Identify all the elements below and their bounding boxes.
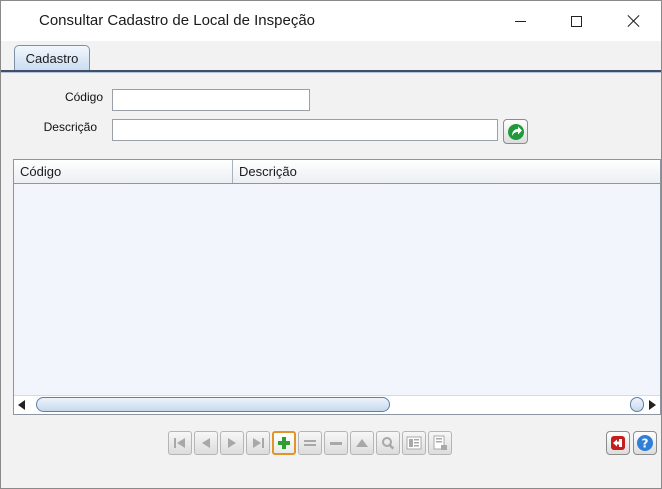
svg-text:?: ? bbox=[642, 437, 649, 451]
minimize-button[interactable] bbox=[497, 1, 543, 41]
search-record-button[interactable] bbox=[376, 431, 400, 455]
minimize-icon bbox=[514, 20, 526, 22]
prior-record-icon bbox=[202, 438, 210, 448]
tab-strip: Cadastro bbox=[1, 41, 661, 73]
edit-record-button[interactable] bbox=[298, 431, 322, 455]
first-record-icon bbox=[174, 438, 185, 448]
prior-record-button[interactable] bbox=[194, 431, 218, 455]
maximize-button[interactable] bbox=[553, 1, 599, 41]
green-arrow-icon bbox=[507, 123, 524, 140]
column-header-descricao[interactable]: Descrição bbox=[233, 160, 660, 183]
magnifier-icon bbox=[382, 437, 395, 450]
tab-cadastro[interactable]: Cadastro bbox=[14, 45, 90, 71]
title-bar: Consultar Cadastro de Local de Inspeção bbox=[1, 1, 661, 41]
scrollbar-track-end bbox=[630, 397, 644, 412]
help-icon: ? bbox=[637, 435, 653, 451]
view-record-button[interactable] bbox=[402, 431, 426, 455]
column-header-codigo[interactable]: Código bbox=[14, 160, 233, 183]
client-area: Cadastro Código Descrição Código Descriç… bbox=[1, 41, 661, 488]
post-record-button[interactable] bbox=[350, 431, 374, 455]
tab-underline bbox=[1, 70, 661, 73]
insert-record-button[interactable] bbox=[272, 431, 296, 455]
horizontal-scrollbar[interactable] bbox=[14, 395, 660, 414]
app-window: Consultar Cadastro de Local de Inspeção … bbox=[0, 0, 662, 489]
scroll-left-icon[interactable] bbox=[18, 400, 25, 410]
help-button[interactable]: ? bbox=[633, 431, 657, 455]
first-record-button[interactable] bbox=[168, 431, 192, 455]
delete-record-button[interactable] bbox=[324, 431, 348, 455]
descricao-label: Descrição bbox=[43, 120, 97, 134]
grid-header: Código Descrição bbox=[14, 160, 660, 184]
triangle-up-icon bbox=[356, 439, 368, 447]
window-title: Consultar Cadastro de Local de Inspeção bbox=[39, 12, 316, 29]
scrollbar-thumb[interactable] bbox=[36, 397, 390, 412]
export-record-button[interactable] bbox=[428, 431, 452, 455]
next-record-button[interactable] bbox=[220, 431, 244, 455]
codigo-input[interactable] bbox=[112, 89, 310, 111]
exit-door-icon bbox=[611, 436, 625, 450]
minus-icon bbox=[330, 442, 342, 445]
search-go-button[interactable] bbox=[503, 119, 528, 144]
codigo-label: Código bbox=[64, 90, 103, 104]
results-grid: Código Descrição bbox=[13, 159, 661, 415]
last-record-icon bbox=[253, 438, 264, 448]
plus-icon bbox=[278, 437, 290, 449]
close-button[interactable] bbox=[611, 1, 657, 41]
exit-button[interactable] bbox=[606, 431, 630, 455]
record-navigator bbox=[168, 431, 452, 455]
form-view-icon bbox=[406, 436, 422, 450]
maximize-icon bbox=[570, 15, 582, 27]
document-export-icon bbox=[433, 435, 447, 450]
close-icon bbox=[627, 14, 641, 28]
edit-record-icon bbox=[304, 440, 316, 446]
next-record-icon bbox=[228, 438, 236, 448]
grid-body[interactable] bbox=[14, 184, 660, 396]
descricao-input[interactable] bbox=[112, 119, 498, 141]
last-record-button[interactable] bbox=[246, 431, 270, 455]
scroll-right-icon[interactable] bbox=[649, 400, 656, 410]
